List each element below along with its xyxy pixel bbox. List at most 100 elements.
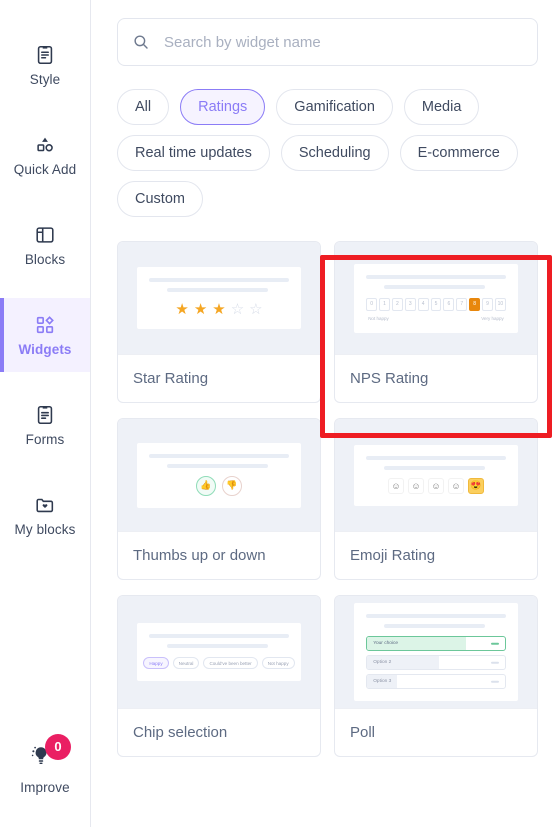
poll-option: Option 2 xyxy=(366,655,506,670)
sidebar-item-label: Blocks xyxy=(24,251,66,267)
thumbnail-panel: Happy Neutral Could've been better Not h… xyxy=(137,623,301,681)
poll-option-label: Option 2 xyxy=(373,660,392,665)
widget-thumbnail: 0 1 2 3 4 5 6 7 8 9 10 Not happy Very ha… xyxy=(335,242,537,354)
chip-label: Custom xyxy=(135,191,185,207)
widget-card-title: Chip selection xyxy=(118,708,320,756)
sidebar-item-label: My blocks xyxy=(14,521,76,537)
nps-cell: 0 xyxy=(366,297,378,311)
search-bar[interactable] xyxy=(117,18,538,66)
sidebar-item-widgets[interactable]: Widgets xyxy=(0,298,90,372)
thumbnail-panel: ☺ ☺ ☺ ☺ 😍 xyxy=(354,444,518,506)
placeholder-line xyxy=(384,284,485,289)
nps-scale: 0 1 2 3 4 5 6 7 8 9 10 xyxy=(366,297,506,311)
filter-chip-all[interactable]: All xyxy=(117,89,170,125)
thumbs-row: 👍 👎 xyxy=(149,475,289,496)
chip-label: Media xyxy=(421,99,462,115)
sidebar-item-quick-add[interactable]: Quick Add xyxy=(0,118,90,192)
placeholder-line xyxy=(366,455,506,460)
sidebar-item-label: Forms xyxy=(25,431,65,447)
widget-thumbnail: 👍 👎 xyxy=(118,419,320,531)
widget-card-emoji-rating[interactable]: ☺ ☺ ☺ ☺ 😍 Emoji Rating xyxy=(334,418,538,580)
poll-option-value xyxy=(490,661,499,664)
thumbs-up-icon: 👍 xyxy=(195,475,216,496)
poll-option-selected: Your choice xyxy=(366,636,506,651)
widgets-panel: All Ratings Gamification Media Real time… xyxy=(91,0,557,827)
sidebar-item-label: Widgets xyxy=(18,341,72,357)
emoji-icon: ☺ xyxy=(427,477,444,494)
widget-card-thumbs-up-or-down[interactable]: 👍 👎 Thumbs up or down xyxy=(117,418,321,580)
nps-cell: 10 xyxy=(494,297,506,311)
nps-cell: 3 xyxy=(404,297,416,311)
chip-label: Scheduling xyxy=(298,145,371,161)
nps-cell: 6 xyxy=(443,297,455,311)
placeholder-line xyxy=(167,644,268,648)
sidebar-item-my-blocks[interactable]: My blocks xyxy=(0,478,90,552)
thumbs-down-icon: 👎 xyxy=(221,475,242,496)
chip-preview-row: Happy Neutral Could've been better Not h… xyxy=(143,657,295,669)
widget-card-poll[interactable]: Your choice Option 2 Option 3 Poll xyxy=(334,595,538,757)
placeholder-line xyxy=(149,634,289,638)
star-icon: ★ xyxy=(175,301,189,318)
nps-cell: 4 xyxy=(417,297,429,311)
emoji-icon: ☺ xyxy=(407,477,424,494)
nps-cell: 2 xyxy=(391,297,403,311)
emoji-icon: ☺ xyxy=(447,477,464,494)
sidebar-item-forms[interactable]: Forms xyxy=(0,388,90,462)
quick-add-icon xyxy=(34,134,56,156)
nps-cell: 5 xyxy=(430,297,442,311)
widget-card-title: Emoji Rating xyxy=(335,531,537,579)
chip-label: All xyxy=(135,99,152,115)
chip-label: Gamification xyxy=(294,99,375,115)
poll-option-label: Option 3 xyxy=(373,679,392,684)
widget-card-title: Poll xyxy=(335,708,537,756)
preview-chip: Could've been better xyxy=(203,657,258,669)
widget-card-title: NPS Rating xyxy=(335,354,537,402)
widget-card-star-rating[interactable]: ★ ★ ★ ☆ ☆ Star Rating xyxy=(117,241,321,403)
filter-chip-scheduling[interactable]: Scheduling xyxy=(280,135,389,171)
preview-chip-selected: Happy xyxy=(143,657,169,669)
my-blocks-icon xyxy=(34,494,56,516)
sidebar-item-improve[interactable]: 0 Improve xyxy=(0,731,90,803)
placeholder-line xyxy=(384,624,485,628)
placeholder-line xyxy=(149,278,289,282)
filter-chip-ratings[interactable]: Ratings xyxy=(180,89,266,125)
nps-cell: 7 xyxy=(456,297,468,311)
placeholder-line xyxy=(366,274,506,279)
placeholder-line xyxy=(384,465,485,470)
category-filter-chips: All Ratings Gamification Media Real time… xyxy=(117,89,538,217)
sidebar-item-label: Quick Add xyxy=(13,161,77,177)
sidebar-item-style[interactable]: Style xyxy=(0,28,90,102)
widgets-icon xyxy=(34,314,56,336)
widget-card-chip-selection[interactable]: Happy Neutral Could've been better Not h… xyxy=(117,595,321,757)
chip-label: E-commerce xyxy=(417,145,500,161)
forms-icon xyxy=(34,404,56,426)
poll-option: Option 3 xyxy=(366,674,506,689)
thumbnail-panel: ★ ★ ★ ☆ ☆ xyxy=(137,267,301,329)
improve-icon-wrap: 0 xyxy=(21,733,71,774)
placeholder-line xyxy=(149,453,289,458)
filter-chip-media[interactable]: Media xyxy=(403,89,480,125)
nps-left-label: Not happy xyxy=(368,315,389,321)
filter-chip-e-commerce[interactable]: E-commerce xyxy=(399,135,518,171)
sidebar-item-blocks[interactable]: Blocks xyxy=(0,208,90,282)
sidebar-item-label: Style xyxy=(29,71,61,87)
search-input[interactable] xyxy=(162,32,523,52)
star-icon: ☆ xyxy=(249,301,263,318)
filter-chip-real-time-updates[interactable]: Real time updates xyxy=(117,135,270,171)
chip-label: Real time updates xyxy=(135,145,252,161)
thumbnail-panel: 👍 👎 xyxy=(137,442,301,508)
nps-endpoint-labels: Not happy Very happy xyxy=(366,316,506,321)
emoji-icon: ☺ xyxy=(387,477,404,494)
filter-chip-gamification[interactable]: Gamification xyxy=(276,89,393,125)
placeholder-line xyxy=(167,463,268,468)
placeholder-line xyxy=(167,288,268,292)
star-icon: ★ xyxy=(212,301,226,318)
widget-card-title: Star Rating xyxy=(118,354,320,402)
nps-cell-selected: 8 xyxy=(469,297,481,311)
widget-card-nps-rating[interactable]: 0 1 2 3 4 5 6 7 8 9 10 Not happy Very ha… xyxy=(334,241,538,403)
preview-chip: Neutral xyxy=(172,657,200,669)
filter-chip-custom[interactable]: Custom xyxy=(117,181,203,217)
poll-option-label: Your choice xyxy=(373,641,399,646)
emoji-row: ☺ ☺ ☺ ☺ 😍 xyxy=(366,477,506,494)
